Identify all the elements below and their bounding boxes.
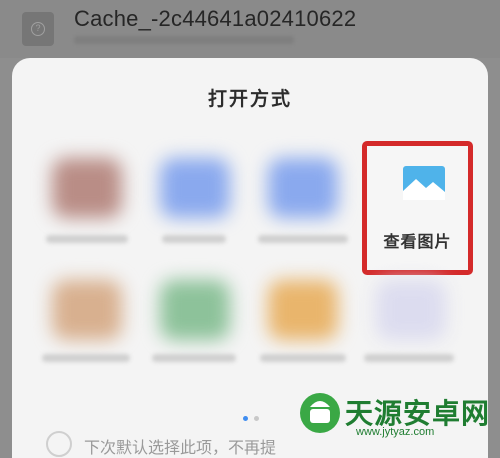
remember-choice-label: 下次默认选择此项，不再提 bbox=[84, 440, 277, 457]
app-icon-blurred-5[interactable] bbox=[160, 280, 230, 340]
app-icon-blurred-6[interactable] bbox=[268, 280, 338, 340]
app-label-blurred bbox=[162, 235, 226, 243]
file-list-item: ? Cache_-2c44641a02410622 bbox=[0, 0, 500, 58]
unknown-file-icon: ? bbox=[22, 12, 54, 46]
app-label-blurred bbox=[260, 354, 346, 362]
page-dot bbox=[254, 416, 259, 421]
picture-icon bbox=[403, 166, 445, 200]
watermark-url: www.jytyaz.com bbox=[356, 426, 435, 438]
app-label-blurred bbox=[364, 354, 454, 362]
view-picture-app-option[interactable]: 查看图片 bbox=[362, 141, 473, 275]
app-icon-blurred-2[interactable] bbox=[160, 158, 230, 218]
remember-choice-checkbox[interactable] bbox=[46, 431, 72, 457]
app-label-blurred bbox=[46, 235, 128, 243]
sheet-title: 打开方式 bbox=[207, 89, 292, 110]
view-picture-label: 查看图片 bbox=[383, 234, 452, 251]
app-icon-blurred-4[interactable] bbox=[52, 280, 122, 340]
app-icon-blurred-1[interactable] bbox=[52, 158, 122, 218]
file-name: Cache_-2c44641a02410622 bbox=[74, 6, 357, 31]
watermark-android-logo bbox=[300, 393, 340, 433]
app-icon-blurred-3[interactable] bbox=[268, 158, 338, 218]
file-meta-blurred bbox=[74, 36, 294, 44]
app-label-blurred bbox=[152, 354, 236, 362]
app-label-blurred bbox=[42, 354, 130, 362]
app-icon-blurred-7[interactable] bbox=[376, 280, 446, 340]
app-label-blurred bbox=[258, 235, 348, 243]
page-dot-active bbox=[243, 416, 248, 421]
